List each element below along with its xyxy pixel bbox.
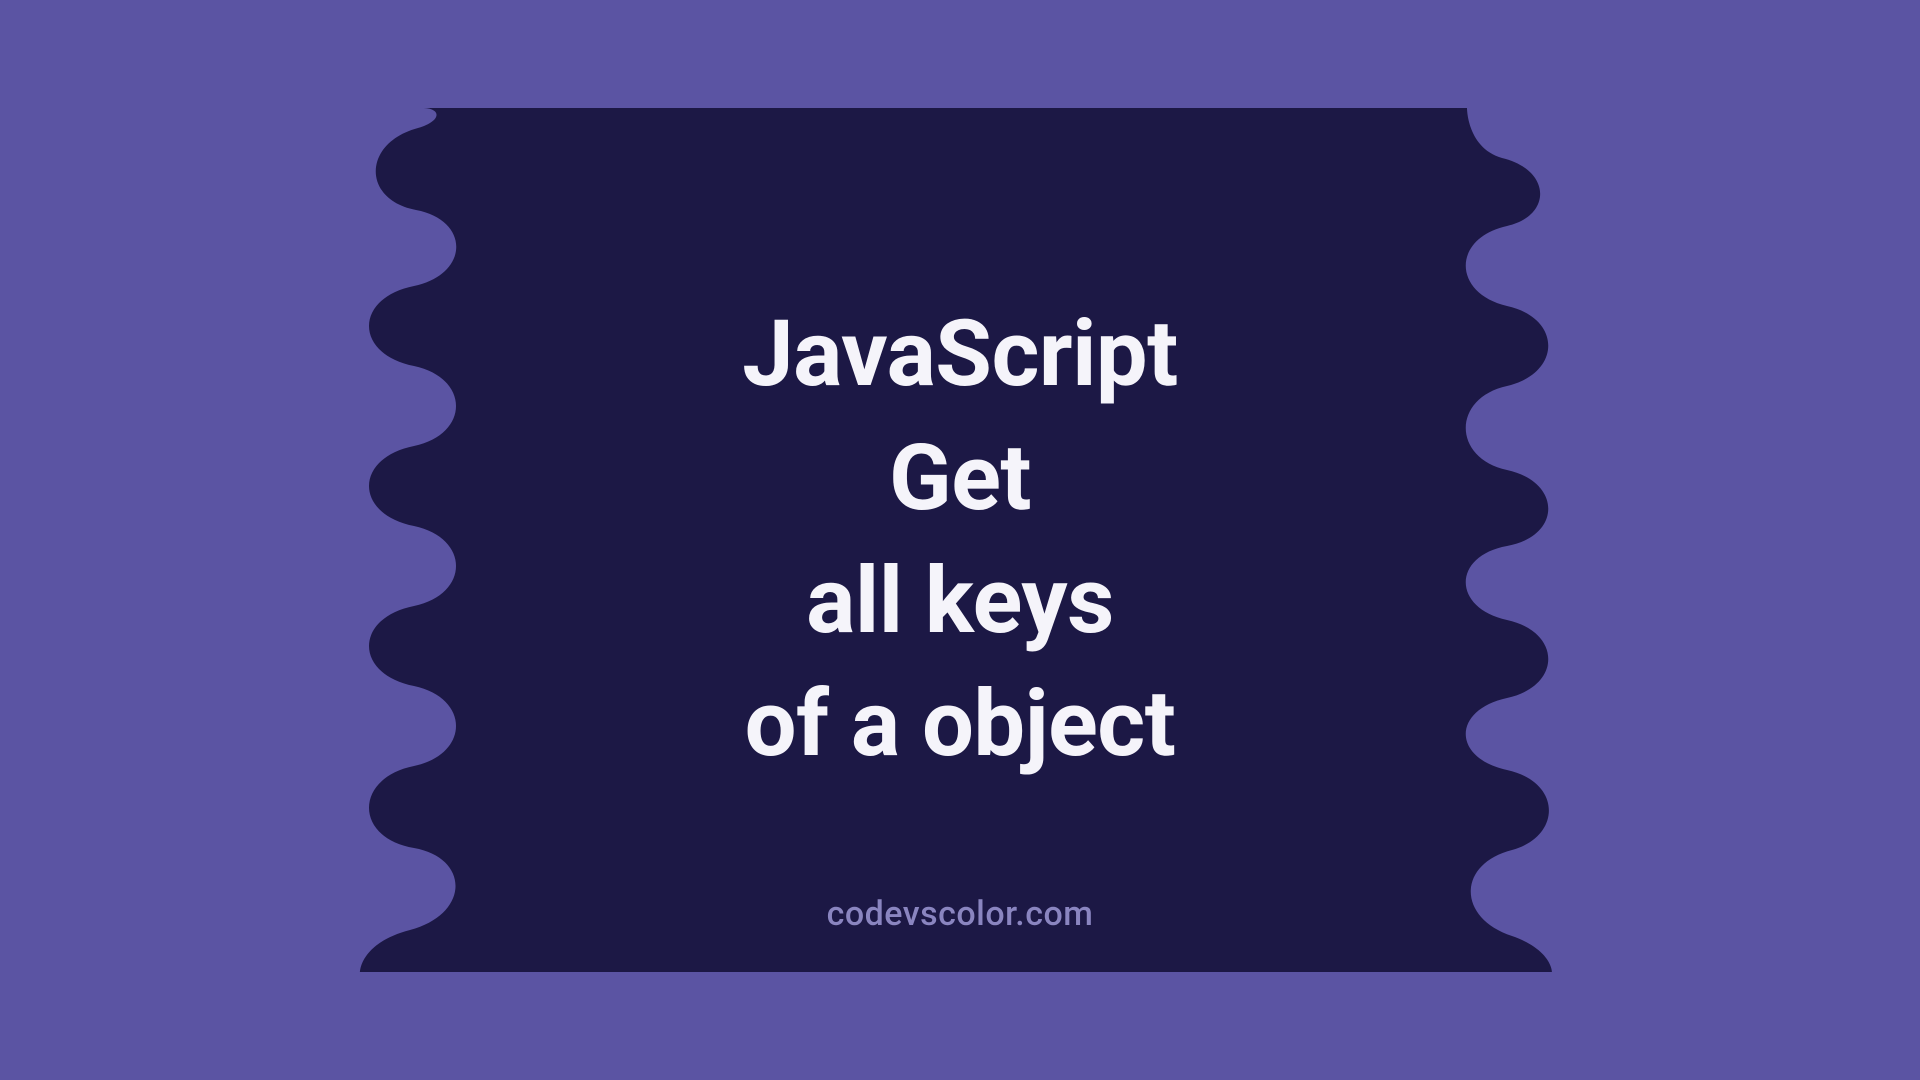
canvas: JavaScript Get all keys of a object code… bbox=[0, 0, 1920, 1080]
title-line-1: JavaScript bbox=[742, 293, 1178, 416]
title-line-2: Get bbox=[742, 417, 1178, 540]
hero-title: JavaScript Get all keys of a object bbox=[742, 293, 1178, 786]
title-line-3: all keys bbox=[742, 540, 1178, 663]
credit-text: codevscolor.com bbox=[192, 894, 1728, 934]
hero-image: JavaScript Get all keys of a object code… bbox=[192, 108, 1728, 972]
title-block: JavaScript Get all keys of a object bbox=[192, 108, 1728, 972]
title-line-4: of a object bbox=[742, 663, 1178, 786]
